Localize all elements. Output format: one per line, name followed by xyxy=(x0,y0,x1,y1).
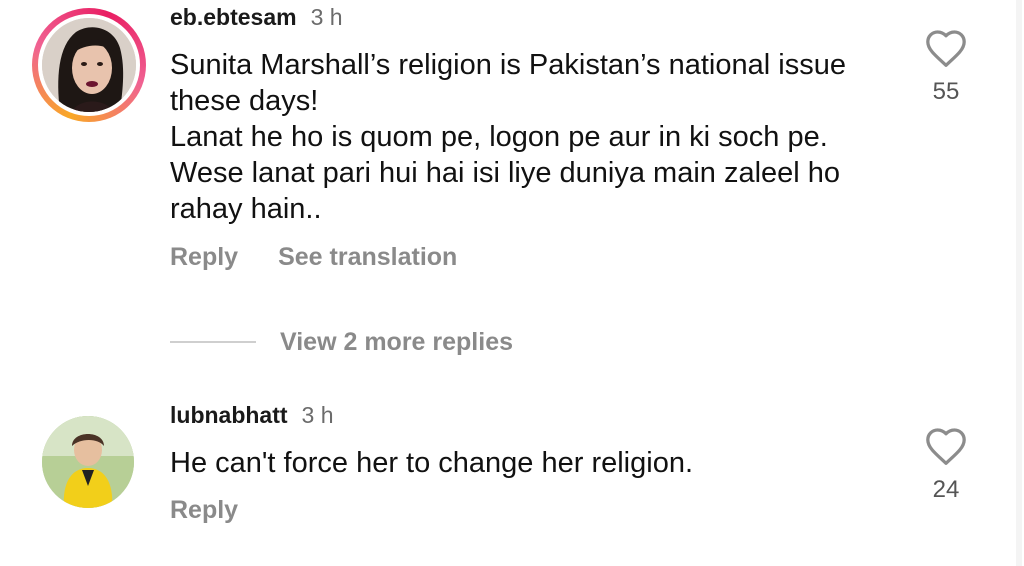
comment-text: He can't force her to change her religio… xyxy=(170,447,694,479)
view-replies[interactable]: View 2 more replies xyxy=(170,324,513,360)
view-more-replies-button[interactable]: View 2 more replies xyxy=(280,328,513,357)
comment-actions: Reply See translation xyxy=(170,243,457,272)
comment-actions: Reply xyxy=(170,496,238,525)
comment-text: Sunita Marshall’s religion is Pakistan’s… xyxy=(170,49,846,225)
reply-button[interactable]: Reply xyxy=(170,496,238,524)
comment-header: eb.ebtesam 3 h xyxy=(170,4,343,31)
heart-outline-icon[interactable] xyxy=(924,28,968,68)
story-ring-avatar[interactable] xyxy=(32,8,146,122)
like-control: 24 xyxy=(920,426,972,504)
username-link[interactable]: eb.ebtesam xyxy=(170,4,297,30)
comment-time: 3 h xyxy=(310,4,343,30)
like-count: 24 xyxy=(932,476,960,503)
reply-button[interactable]: Reply xyxy=(170,243,238,271)
avatar-image xyxy=(42,416,134,508)
see-translation-button[interactable]: See translation xyxy=(278,243,457,271)
avatar xyxy=(42,18,136,112)
scrollbar[interactable] xyxy=(1016,0,1022,566)
replies-divider xyxy=(170,341,256,343)
username-link[interactable]: lubnabhatt xyxy=(170,402,288,428)
comment-time: 3 h xyxy=(301,402,334,428)
avatar-image xyxy=(42,18,136,112)
like-control: 55 xyxy=(920,28,972,106)
comment-header: lubnabhatt 3 h xyxy=(170,402,334,429)
avatar[interactable] xyxy=(42,416,134,508)
like-count: 55 xyxy=(932,78,960,105)
heart-outline-icon[interactable] xyxy=(924,426,968,466)
